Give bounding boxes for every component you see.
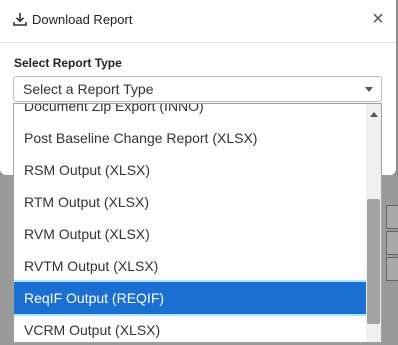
background-control: [386, 205, 398, 229]
option-post-baseline-change-report[interactable]: Post Baseline Change Report (XLSX): [14, 122, 366, 154]
scrollbar-thumb[interactable]: [367, 199, 380, 324]
option-rvm-output[interactable]: RVM Output (XLSX): [14, 218, 366, 250]
dropdown-scrollbar[interactable]: [366, 104, 381, 342]
background-control: [386, 231, 398, 255]
option-rsm-output[interactable]: RSM Output (XLSX): [14, 154, 366, 186]
select-placeholder: Select a Report Type: [23, 81, 154, 97]
option-rvtm-output[interactable]: RVTM Output (XLSX): [14, 250, 366, 282]
background-control: [386, 257, 398, 281]
download-icon: [12, 11, 28, 27]
report-type-select[interactable]: Select a Report Type: [13, 76, 382, 102]
option-document-zip-export[interactable]: Document Zip Export (INNO): [14, 104, 366, 122]
close-icon[interactable]: ×: [369, 9, 387, 29]
option-reqif-output[interactable]: ReqIF Output (REQIF): [14, 280, 368, 316]
option-vcrm-output[interactable]: VCRM Output (XLSX): [14, 314, 366, 342]
report-type-label: Select Report Type: [14, 56, 122, 70]
chevron-down-icon: [365, 87, 373, 92]
scroll-up-icon[interactable]: [370, 112, 378, 117]
option-rtm-output[interactable]: RTM Output (XLSX): [14, 186, 366, 218]
report-type-dropdown[interactable]: Document Zip Export (INNO) Post Baseline…: [13, 103, 382, 343]
dialog-header: Download Report ×: [0, 0, 396, 43]
dialog-title: Download Report: [32, 12, 133, 27]
